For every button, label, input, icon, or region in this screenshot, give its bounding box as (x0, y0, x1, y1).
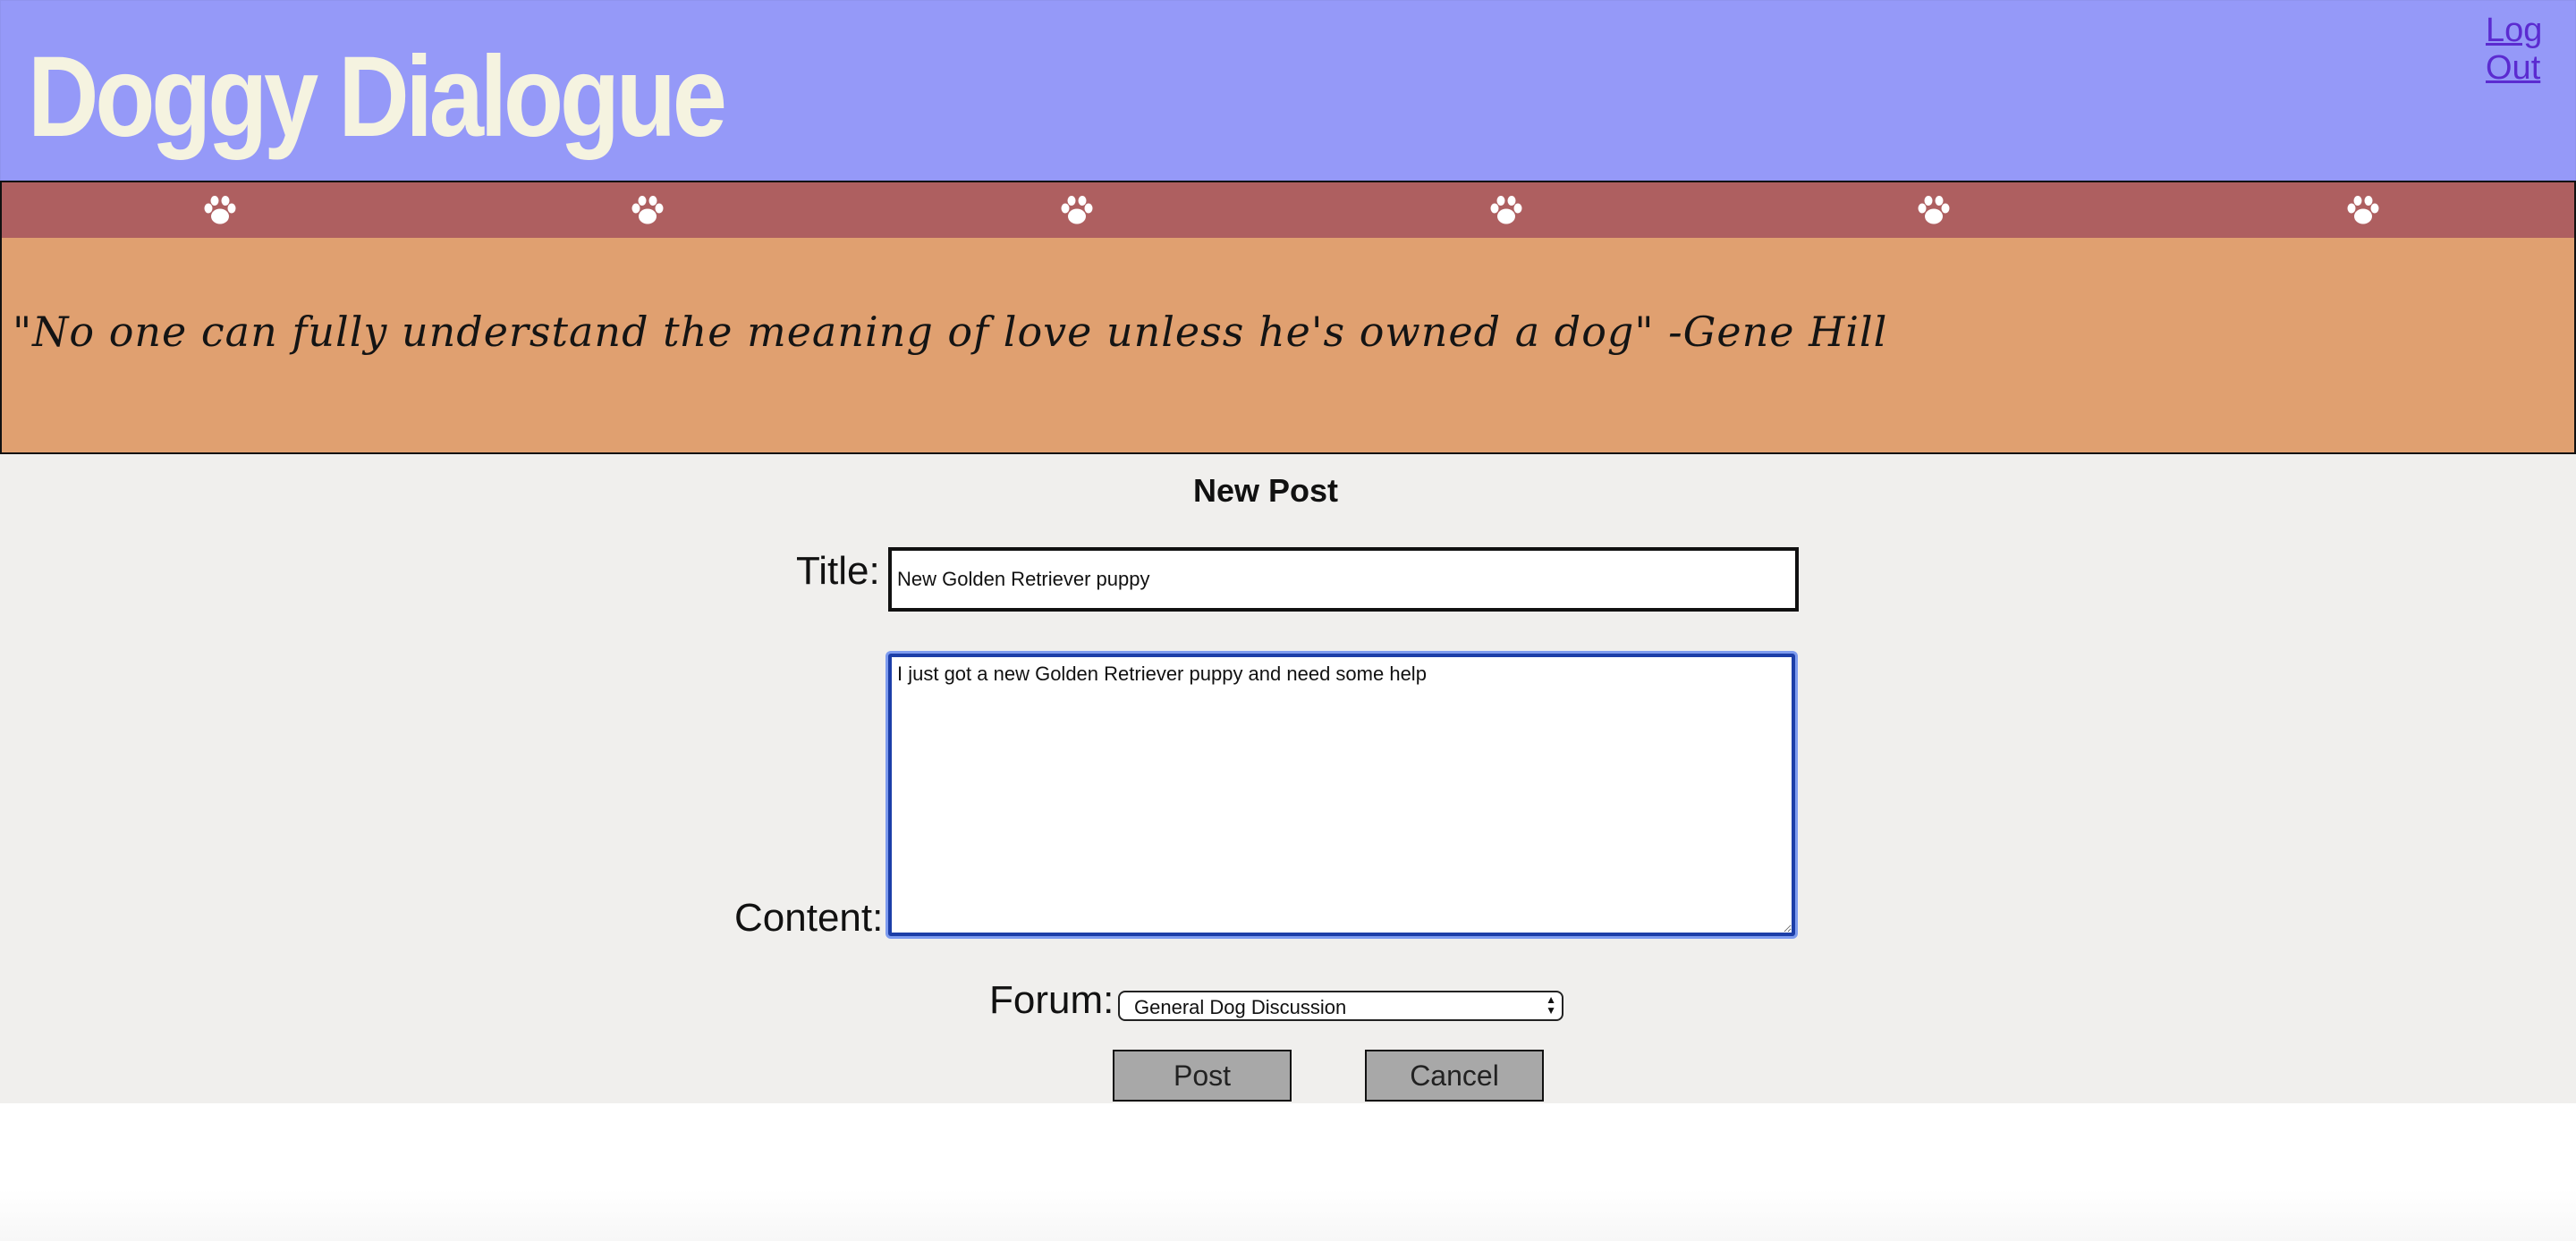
title-input[interactable] (888, 547, 1799, 612)
forum-select[interactable]: General Dog Discussion ▲ ▼ (1118, 991, 1563, 1021)
title-label: Title: (796, 549, 880, 593)
forum-label: Forum: (989, 978, 1114, 1022)
paw-print-icon (1490, 196, 1522, 224)
content-label: Content: (734, 896, 884, 940)
page-bottom (0, 1189, 2576, 1241)
paw-print-icon (2347, 196, 2379, 224)
new-post-form: New Post Title: Content: I just got a ne… (0, 454, 2576, 1103)
paw-strip (0, 181, 2576, 240)
logout-link[interactable]: Log Out (2486, 12, 2548, 87)
form-heading: New Post (1192, 472, 1339, 509)
quote-text: "No one can fully understand the meaning… (13, 308, 1888, 356)
page: Doggy Dialogue Log Out "No one can fully… (0, 0, 2576, 1241)
site-title: Doggy Dialogue (28, 33, 727, 161)
select-arrows-icon: ▲ ▼ (1546, 993, 1556, 1017)
paw-print-icon (631, 196, 664, 224)
cancel-button[interactable]: Cancel (1365, 1050, 1544, 1102)
paw-print-icon (1918, 196, 1950, 224)
forum-selected-value: General Dog Discussion (1134, 996, 1347, 1018)
post-button[interactable]: Post (1113, 1050, 1292, 1102)
paw-print-icon (1061, 196, 1093, 224)
paw-print-icon (204, 196, 236, 224)
content-textarea[interactable]: I just got a new Golden Retriever puppy … (888, 654, 1795, 936)
quote-banner: "No one can fully understand the meaning… (0, 238, 2576, 454)
site-header: Doggy Dialogue Log Out (0, 0, 2576, 181)
